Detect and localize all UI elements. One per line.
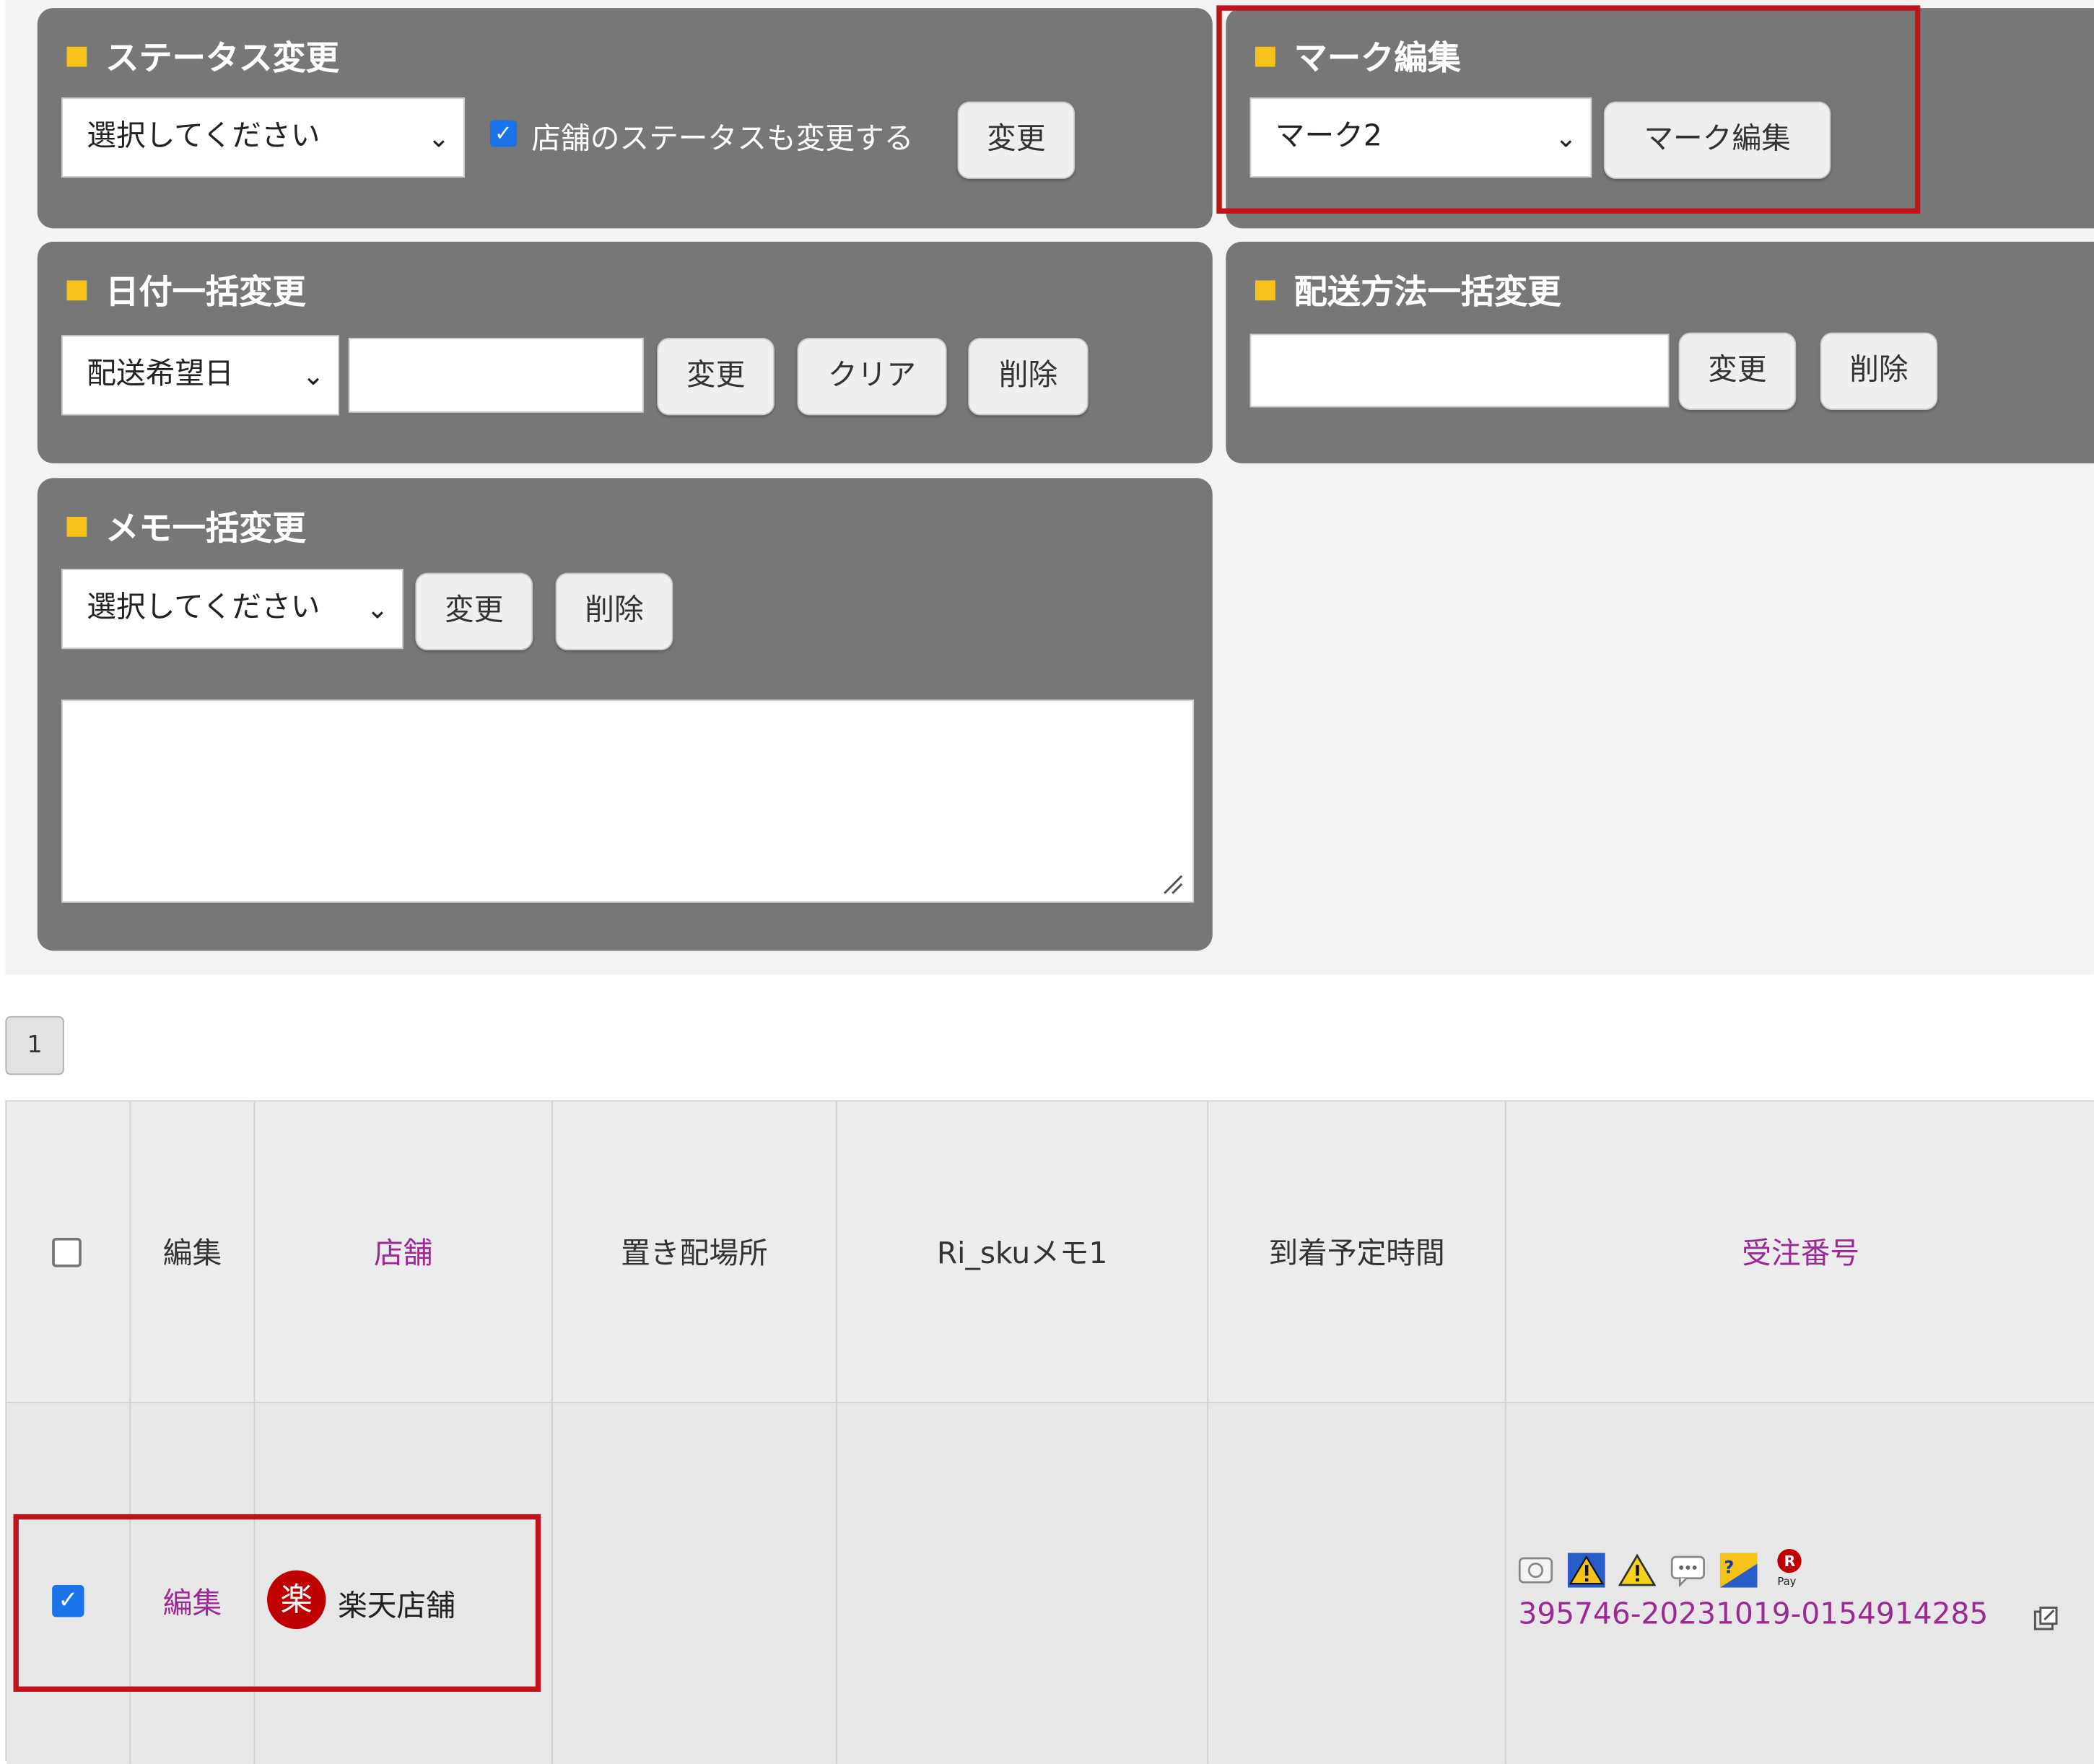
- status-select-value: 選択してください: [87, 120, 320, 154]
- memo-change-button[interactable]: 変更: [415, 572, 533, 650]
- status-panel-title-text: ステータス変更: [105, 38, 339, 78]
- status-change-panel: ステータス変更 選択してください ⌄ ✓ 店舗のステータスも変更する 変更: [37, 8, 1213, 229]
- comment-icon[interactable]: [1670, 1553, 1707, 1588]
- title-square-icon: [1255, 280, 1275, 301]
- shop-status-checkbox-label: 店舗のステータスも変更する: [531, 123, 914, 157]
- memo-change-panel: メモ一括変更 選択してください ⌄ 変更 削除: [37, 478, 1213, 951]
- shop-status-checkbox[interactable]: ✓: [489, 120, 517, 147]
- page-1-button[interactable]: 1: [5, 1016, 64, 1075]
- payment-icon[interactable]: ?: [1719, 1553, 1758, 1588]
- header-placement-label: 置き配場所: [621, 1237, 768, 1272]
- date-panel-title: 日付一括変更: [66, 266, 306, 314]
- memo-panel-title: メモ一括変更: [66, 502, 306, 551]
- resize-handle-icon[interactable]: [1162, 873, 1184, 895]
- header-shop[interactable]: 店舗: [255, 1101, 553, 1404]
- svg-text:Pay: Pay: [1777, 1576, 1796, 1588]
- header-order-number-link[interactable]: 受注番号: [1506, 1230, 2094, 1272]
- header-order-number[interactable]: 受注番号: [1506, 1101, 2094, 1404]
- warning-yellow-icon[interactable]: [1618, 1553, 1657, 1588]
- shipping-change-button[interactable]: 変更: [1678, 332, 1797, 410]
- header-select-cell: [6, 1101, 131, 1404]
- row-arrival-time-cell: [1208, 1403, 1506, 1764]
- row-highlight: [13, 1514, 541, 1692]
- row-order-cell: ? R Pay 395746-20231019-0154914285: [1506, 1403, 2094, 1764]
- chevron-down-icon: ⌄: [427, 121, 450, 154]
- select-all-checkbox[interactable]: [52, 1237, 82, 1267]
- status-change-button[interactable]: 変更: [957, 101, 1076, 179]
- date-change-panel: 日付一括変更 配送希望日 ⌄ 変更 クリア 削除: [37, 241, 1213, 463]
- shipping-panel-title: 配送方法一括変更: [1255, 266, 1561, 314]
- mail-icon[interactable]: [1517, 1553, 1555, 1588]
- shipping-input[interactable]: [1249, 333, 1670, 408]
- mark-edit-highlight: [1216, 5, 1921, 214]
- svg-text:?: ?: [1724, 1557, 1734, 1577]
- date-type-select[interactable]: 配送希望日 ⌄: [61, 335, 339, 416]
- title-square-icon: [66, 280, 87, 301]
- row-sku-memo-cell: [837, 1403, 1209, 1764]
- shipping-change-panel: 配送方法一括変更 変更 削除: [1226, 241, 2094, 463]
- date-input[interactable]: [348, 338, 644, 413]
- memo-select-value: 選択してください: [87, 591, 320, 625]
- header-sku-memo: Ri_skuメモ1: [837, 1101, 1209, 1404]
- row-placement-cell: [552, 1403, 837, 1764]
- chevron-down-icon: ⌄: [366, 593, 389, 625]
- date-type-select-value: 配送希望日: [87, 357, 234, 392]
- memo-textarea[interactable]: [61, 699, 1194, 903]
- shipping-delete-button[interactable]: 削除: [1820, 332, 1938, 410]
- title-square-icon: [66, 516, 87, 537]
- warning-blue-icon[interactable]: [1567, 1553, 1605, 1588]
- date-delete-button[interactable]: 削除: [968, 338, 1089, 416]
- header-placement: 置き配場所: [552, 1101, 837, 1404]
- svg-text:R: R: [1784, 1553, 1796, 1570]
- date-clear-button[interactable]: クリア: [797, 338, 947, 416]
- header-arrival-time: 到着予定時間: [1208, 1101, 1506, 1404]
- chevron-down-icon: ⌄: [302, 359, 325, 392]
- title-square-icon: [66, 46, 87, 67]
- header-shop-link[interactable]: 店舗: [255, 1230, 551, 1272]
- memo-panel-title-text: メモ一括変更: [105, 508, 306, 548]
- header-edit: 編集: [131, 1101, 256, 1404]
- status-panel-title: ステータス変更: [66, 32, 339, 80]
- date-change-button[interactable]: 変更: [657, 338, 775, 416]
- order-number-link[interactable]: 395746-20231019-0154914285: [1518, 1598, 1988, 1631]
- memo-select[interactable]: 選択してください ⌄: [61, 569, 403, 650]
- rakuten-pay-icon[interactable]: R Pay: [1771, 1547, 1808, 1588]
- header-arrival-time-label: 到着予定時間: [1268, 1237, 1445, 1272]
- status-select[interactable]: 選択してください ⌄: [61, 97, 465, 178]
- shipping-panel-title-text: 配送方法一括変更: [1294, 272, 1561, 312]
- memo-delete-button[interactable]: 削除: [555, 572, 673, 650]
- header-edit-label: 編集: [162, 1237, 222, 1272]
- external-link-icon[interactable]: [2033, 1605, 2059, 1632]
- header-sku-memo-label: Ri_skuメモ1: [936, 1237, 1108, 1272]
- date-panel-title-text: 日付一括変更: [105, 272, 306, 312]
